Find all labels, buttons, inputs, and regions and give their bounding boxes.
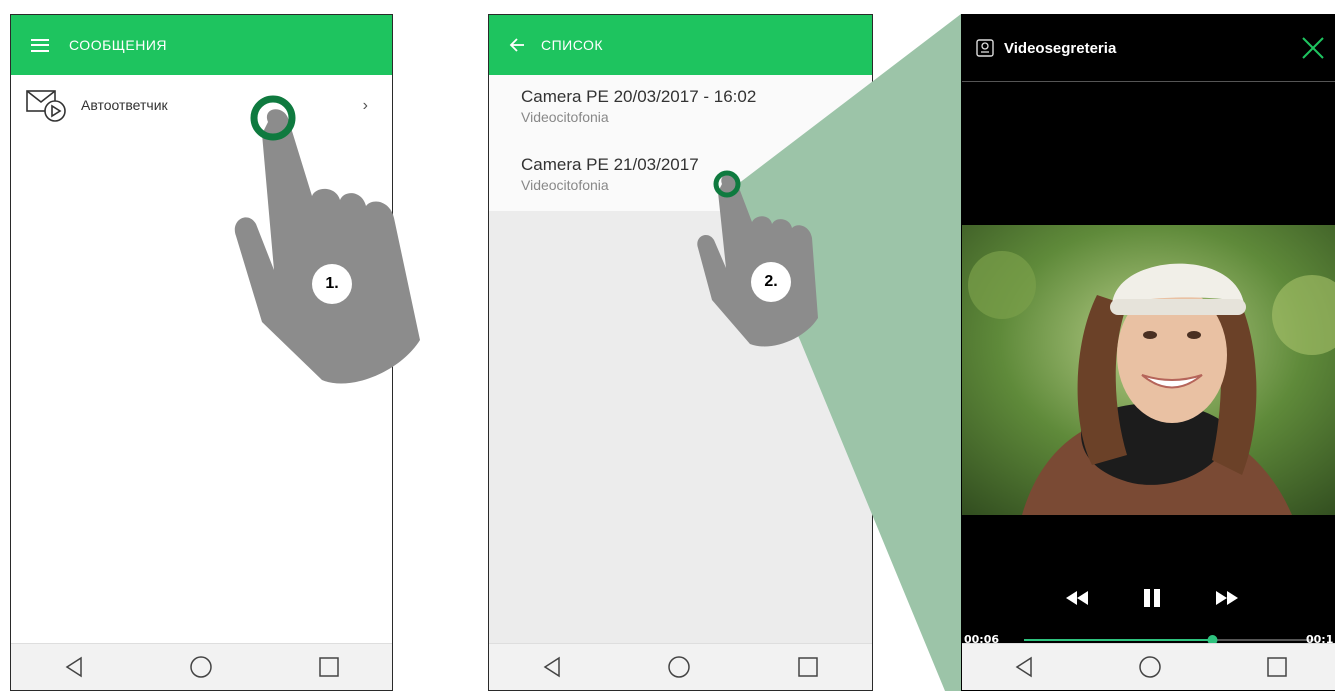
step-badge-1: 1. <box>312 264 352 304</box>
system-nav-bar <box>489 643 872 690</box>
rewind-icon[interactable] <box>1066 591 1088 605</box>
pause-icon[interactable] <box>1144 589 1160 607</box>
recording-title: Camera PE 20/03/2017 - 16:02 <box>521 87 757 106</box>
playback-controls <box>962 583 1335 613</box>
video-image <box>962 225 1335 515</box>
list-item[interactable]: Camera PE 21/03/2017 Videocitofonia <box>521 143 872 211</box>
nav-recent-icon[interactable] <box>318 656 340 678</box>
video-frame <box>962 225 1335 515</box>
nav-back-icon[interactable] <box>64 656 84 678</box>
chevron-right-icon: › <box>362 97 368 114</box>
nav-back-icon[interactable] <box>542 656 562 678</box>
nav-back-icon[interactable] <box>1014 656 1034 678</box>
player-title: Videosegreteria <box>1004 39 1117 57</box>
list-item-label: Автоответчик <box>81 97 168 113</box>
nav-home-icon[interactable] <box>189 655 213 679</box>
nav-home-icon[interactable] <box>667 655 691 679</box>
phone-screen-messages: СООБЩЕНИЯ Автоответчик › <box>10 14 393 691</box>
system-nav-bar <box>962 643 1335 690</box>
hamburger-icon[interactable] <box>31 38 49 52</box>
back-arrow-icon[interactable] <box>509 38 525 52</box>
nav-recent-icon[interactable] <box>1266 656 1288 678</box>
phone-screen-list: СПИСОК Camera PE 20/03/2017 - 16:02 Vide… <box>488 14 873 691</box>
list-item-answering-machine[interactable]: Автоответчик › <box>11 75 392 135</box>
nav-home-icon[interactable] <box>1138 655 1162 679</box>
fast-forward-icon[interactable] <box>1216 591 1238 605</box>
step-badge-2: 2. <box>751 262 791 302</box>
list-item[interactable]: Camera PE 20/03/2017 - 16:02 Videocitofo… <box>521 75 872 143</box>
app-bar: СООБЩЕНИЯ <box>11 15 392 75</box>
recording-subtitle: Videocitofonia <box>521 109 609 125</box>
phone-screen-player: Videosegreteria 00:06 00:1 <box>961 14 1335 691</box>
nav-recent-icon[interactable] <box>797 656 819 678</box>
voicemail-icon <box>26 90 66 122</box>
recording-subtitle: Videocitofonia <box>521 177 609 193</box>
screen-title: СПИСОК <box>541 37 604 53</box>
intercom-icon <box>976 39 994 57</box>
app-bar: СПИСОК <box>489 15 872 75</box>
recording-list: Camera PE 20/03/2017 - 16:02 Videocitofo… <box>489 75 872 211</box>
screen-title: СООБЩЕНИЯ <box>69 37 168 53</box>
recording-title: Camera PE 21/03/2017 <box>521 155 699 174</box>
play-icon: ◀▶ <box>856 95 872 110</box>
system-nav-bar <box>11 643 392 690</box>
player-header: Videosegreteria <box>962 15 1335 82</box>
close-icon[interactable] <box>1300 35 1326 61</box>
